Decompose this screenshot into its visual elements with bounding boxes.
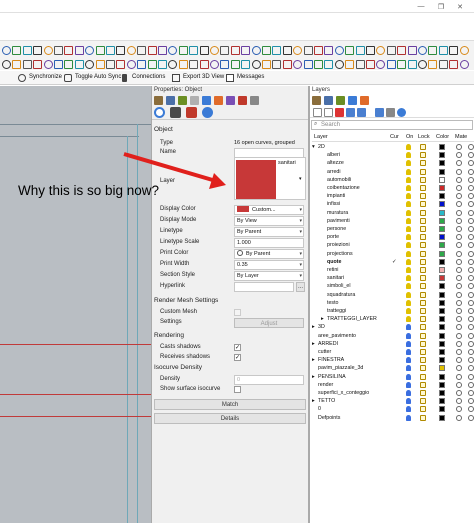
annotation-arrow <box>123 152 226 189</box>
